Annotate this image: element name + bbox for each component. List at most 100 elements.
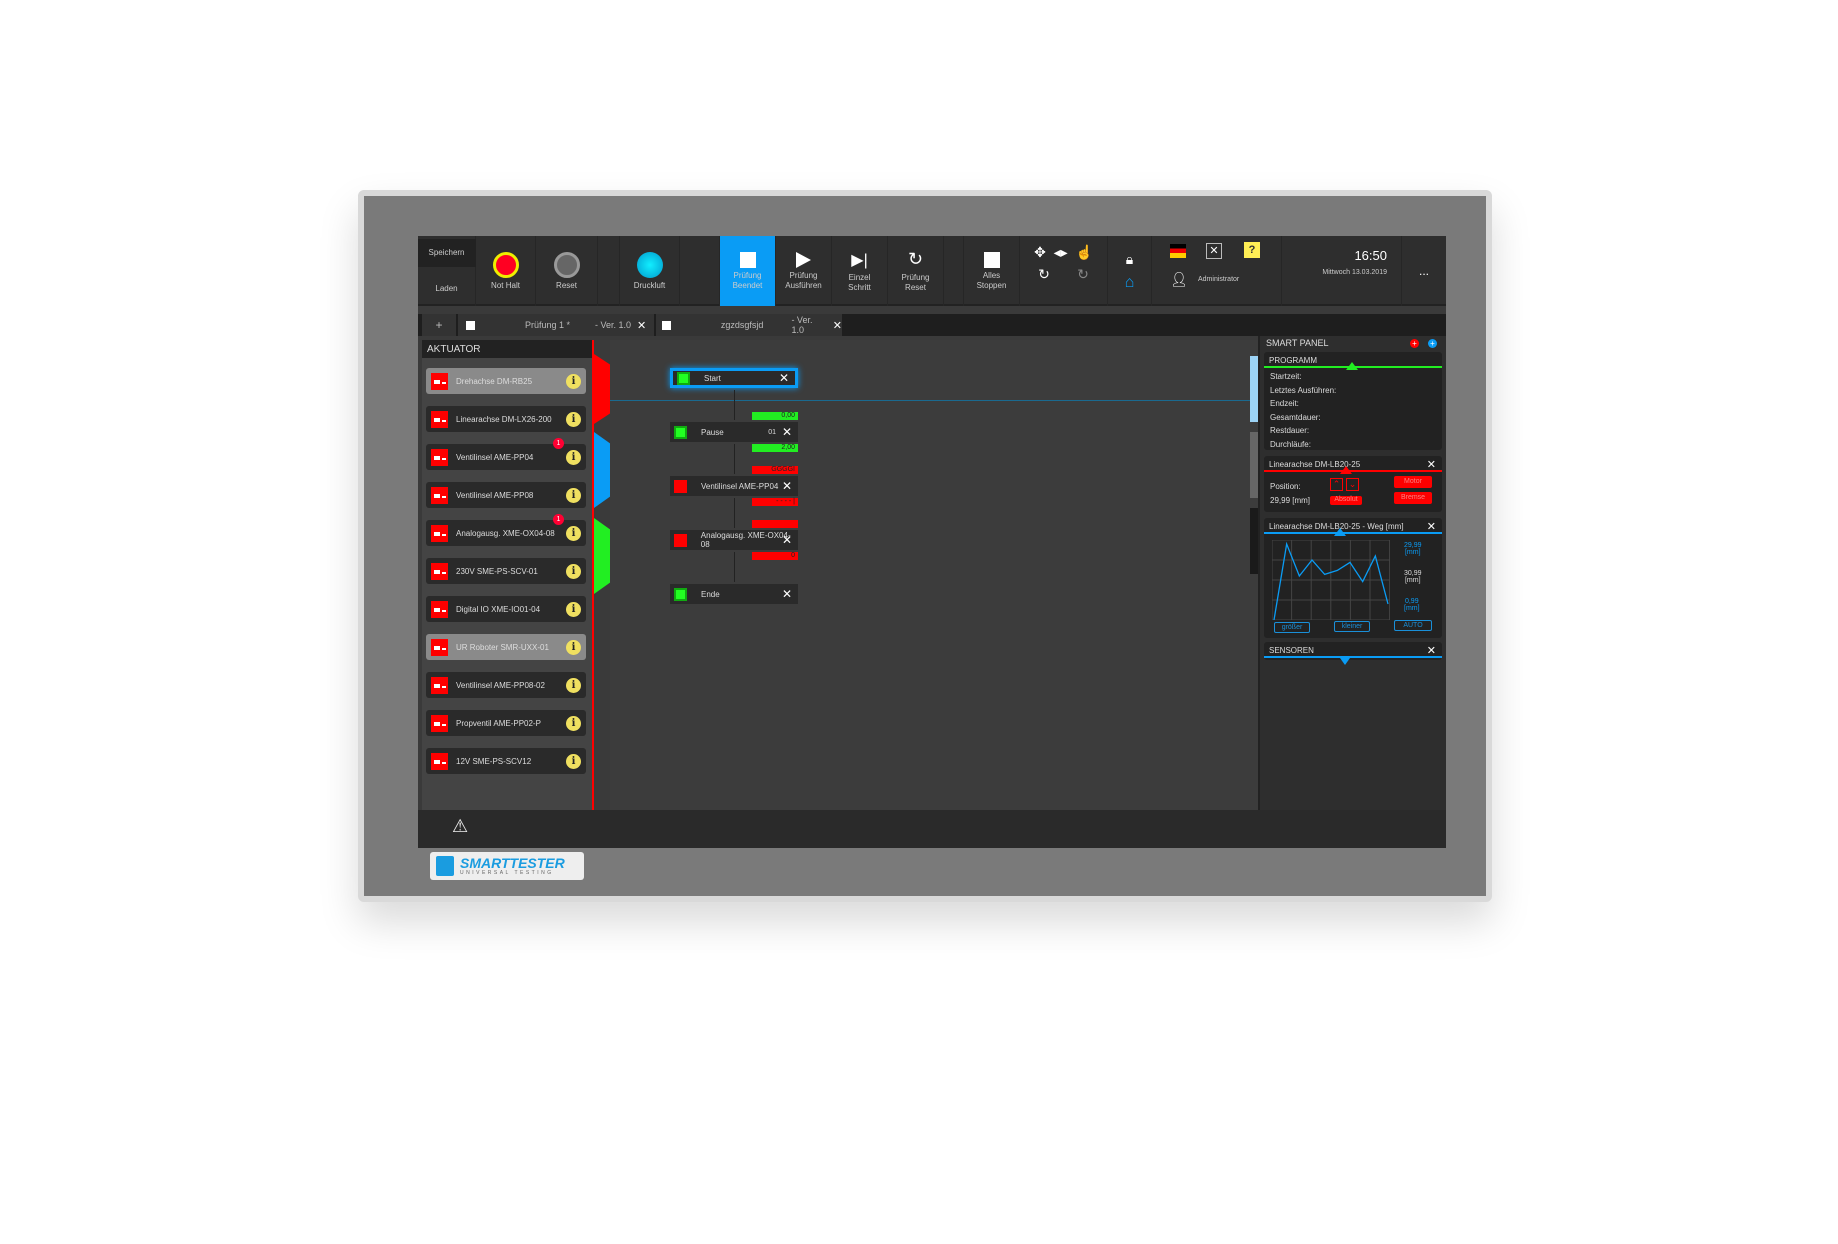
- german-flag-icon[interactable]: [1170, 244, 1186, 258]
- actuator-item[interactable]: Ventilinsel AME-PP04 i 1: [426, 438, 586, 470]
- up-button[interactable]: ⌃: [1330, 478, 1343, 491]
- actuator-item[interactable]: 230V SME-PS-SCV-01 i: [426, 558, 586, 584]
- category-tab-green[interactable]: [594, 518, 610, 594]
- tab-version: - Ver. 1.0: [791, 315, 813, 335]
- close-icon[interactable]: ✕: [782, 533, 792, 547]
- actuator-item[interactable]: Drehachse DM-RB25 i: [426, 368, 586, 394]
- flow-node[interactable]: Pause 01 ✕: [670, 422, 798, 442]
- actuator-item[interactable]: Ventilinsel AME-PP08-02 i: [426, 672, 586, 698]
- actuator-item[interactable]: UR Roboter SMR-UXX-01 i: [426, 634, 586, 660]
- lock-icon[interactable]: 🔒︎: [1126, 251, 1133, 268]
- info-icon[interactable]: i: [566, 639, 581, 655]
- zoom-in-button[interactable]: größer: [1274, 622, 1310, 633]
- left-right-icon[interactable]: ◂▸: [1054, 244, 1068, 260]
- collapse-arrow-icon[interactable]: [1340, 466, 1352, 474]
- home-icon[interactable]: ⌂: [1125, 274, 1135, 292]
- node-param-bottom[interactable]: - - - - |: [752, 498, 798, 506]
- flow-canvas[interactable]: Start ✕ Pause 01 ✕ 0,00 2,00 Ventilinsel AME-PP…: [610, 340, 1258, 810]
- test-reset-button[interactable]: ↻ Prüfung Reset: [888, 236, 944, 306]
- info-icon[interactable]: i: [566, 563, 581, 579]
- actuator-item[interactable]: 12V SME-PS-SCV12 i: [426, 748, 586, 774]
- expand-arrow-icon[interactable]: [1340, 658, 1350, 665]
- tab-checkbox[interactable]: [466, 320, 475, 330]
- actuator-item[interactable]: Ventilinsel AME-PP08 i: [426, 482, 586, 508]
- add-red-icon[interactable]: +: [1410, 339, 1419, 348]
- axis-title: Linearachse DM-LB20-25: [1264, 456, 1442, 472]
- collapse-arrow-icon[interactable]: [1334, 528, 1346, 536]
- rotate-icon[interactable]: ↻: [1038, 266, 1050, 282]
- actuator-label: Linearachse DM-LX26-200: [456, 414, 552, 424]
- category-tab-blue[interactable]: [594, 432, 610, 508]
- down-button[interactable]: ⌄: [1346, 478, 1359, 491]
- actuator-panel: AKTUATOR Drehachse DM-RB25 i Linearachse D…: [422, 340, 592, 810]
- close-icon[interactable]: ✕: [1427, 644, 1436, 657]
- program-card: PROGRAMM Startzeit: Letztes Ausführen: End…: [1264, 352, 1442, 450]
- actuator-item[interactable]: Linearachse DM-LX26-200 i: [426, 406, 586, 432]
- node-icon: [674, 533, 687, 547]
- more-button[interactable]: ...: [1402, 236, 1446, 306]
- actuator-item[interactable]: Propventil AME-PP02-P i: [426, 710, 586, 736]
- move-icon[interactable]: ✥: [1034, 244, 1046, 260]
- info-icon[interactable]: i: [566, 601, 581, 617]
- auto-button[interactable]: AUTO: [1394, 620, 1432, 631]
- stop-all-button[interactable]: Alles Stoppen: [964, 236, 1020, 306]
- add-tab-button[interactable]: +: [422, 314, 456, 336]
- node-param-bottom[interactable]: 0: [752, 552, 798, 560]
- hand-icon[interactable]: ☝: [1075, 244, 1092, 260]
- close-icon[interactable]: ✕: [782, 479, 792, 493]
- actuator-item[interactable]: Analogausg. XME-OX04-08 i 1: [426, 514, 586, 546]
- close-icon[interactable]: ✕: [782, 425, 792, 439]
- info-icon[interactable]: i: [566, 373, 581, 389]
- close-icon[interactable]: ✕: [1427, 458, 1436, 471]
- tab-pruefung-1[interactable]: Prüfung 1 * - Ver. 1.0 ✕: [458, 314, 654, 336]
- close-icon[interactable]: ✕: [779, 371, 789, 385]
- node-param-top[interactable]: GGGGI: [752, 466, 798, 474]
- actuator-icon: [431, 524, 448, 542]
- node-param-bottom[interactable]: 2,00: [752, 444, 798, 452]
- help-icon[interactable]: ?: [1244, 242, 1260, 258]
- info-icon[interactable]: i: [566, 487, 581, 503]
- info-icon[interactable]: i: [566, 525, 581, 541]
- tab-checkbox[interactable]: [662, 320, 671, 330]
- actuator-item[interactable]: Digital IO XME-IO01-04 i: [426, 596, 586, 622]
- motor-button[interactable]: Motor: [1394, 476, 1432, 488]
- add-blue-icon[interactable]: +: [1428, 339, 1437, 348]
- save-button[interactable]: Speichern: [417, 239, 476, 267]
- info-icon[interactable]: i: [566, 411, 581, 427]
- info-icon[interactable]: i: [566, 715, 581, 731]
- tab-version: - Ver. 1.0: [595, 320, 632, 330]
- min-value: 0,99: [1404, 598, 1419, 605]
- brake-button[interactable]: Bremse: [1394, 492, 1432, 504]
- absolute-button[interactable]: Absolut: [1330, 496, 1362, 505]
- flow-node[interactable]: Start ✕: [670, 368, 798, 388]
- info-icon[interactable]: i: [566, 753, 581, 769]
- info-icon[interactable]: i: [566, 449, 581, 465]
- notification-badge: 1: [553, 514, 564, 525]
- test-finished-button[interactable]: Prüfung Beendet: [720, 236, 776, 306]
- load-button[interactable]: Laden: [418, 275, 476, 303]
- close-tab-icon[interactable]: ✕: [833, 319, 842, 332]
- reset-button[interactable]: Reset: [536, 236, 598, 306]
- user-name[interactable]: Administrator: [1198, 276, 1239, 283]
- info-icon[interactable]: i: [566, 677, 581, 693]
- zoom-out-button[interactable]: kleiner: [1334, 621, 1370, 632]
- run-test-button[interactable]: Prüfung Ausführen: [776, 236, 832, 306]
- collapse-arrow-icon[interactable]: [1346, 362, 1358, 370]
- close-tab-icon[interactable]: ✕: [637, 319, 646, 332]
- close-icon[interactable]: ✕: [1427, 520, 1436, 533]
- flow-node[interactable]: Ventilinsel AME-PP04 ✕: [670, 476, 798, 496]
- flow-node[interactable]: Analogausg. XME-OX04-08 ✕: [670, 530, 798, 550]
- flow-node[interactable]: Ende ✕: [670, 584, 798, 604]
- tab-zgzdsgfsjd[interactable]: zgzdsgfsjd - Ver. 1.0 ✕: [656, 314, 842, 336]
- node-param-top[interactable]: 0,00: [752, 412, 798, 420]
- emergency-stop-button[interactable]: Not Halt: [476, 236, 536, 306]
- tools-icon[interactable]: ✕: [1206, 243, 1222, 259]
- node-param-top[interactable]: [752, 520, 798, 528]
- actuator-icon: [431, 562, 448, 580]
- compressed-air-button[interactable]: Druckluft: [620, 236, 680, 306]
- single-step-button[interactable]: ▶| Einzel Schritt: [832, 236, 888, 306]
- stop-icon: [739, 251, 756, 268]
- category-tab-red[interactable]: [594, 354, 610, 424]
- close-icon[interactable]: ✕: [782, 587, 792, 601]
- warning-icon[interactable]: ⚠: [452, 816, 468, 837]
